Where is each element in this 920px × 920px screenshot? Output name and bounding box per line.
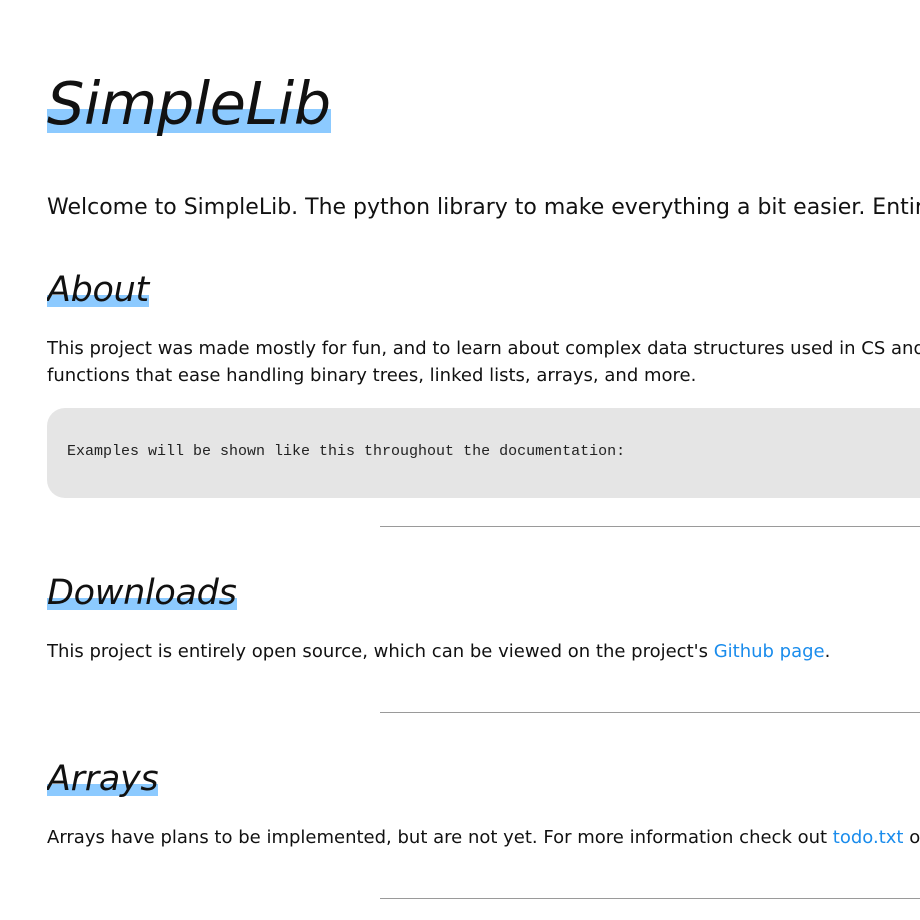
documentation-page: SimpleLib Welcome to SimpleLib. The pyth… [47,0,920,920]
downloads-heading-text: Downloads [47,573,237,613]
code-example-block: Examples will be shown like this through… [47,408,920,498]
downloads-text-end: . [824,641,831,662]
arrays-text: Arrays have plans to be implemented, but… [47,827,833,848]
about-heading-text: About [47,270,149,310]
todo-txt-link[interactable]: todo.txt [833,827,904,848]
arrays-heading-text: Arrays [47,759,159,799]
page-title-text: SimpleLib [47,69,331,138]
page-title: SimpleLib [47,74,331,133]
section-divider [380,898,920,899]
intro-text: Welcome to SimpleLib. The python library… [47,195,920,220]
section-divider [380,712,920,713]
downloads-paragraph: This project is entirely open source, wh… [47,638,830,665]
downloads-text: This project is entirely open source, wh… [47,641,714,662]
arrays-heading: Arrays [47,759,159,799]
github-page-link[interactable]: Github page [714,641,825,662]
code-example-text: Examples will be shown like this through… [67,443,626,460]
section-divider [380,526,920,527]
about-line-1: This project was made mostly for fun, an… [47,338,920,359]
downloads-heading: Downloads [47,576,237,611]
arrays-text-end: on th [909,827,920,848]
about-heading: About [47,273,149,308]
arrays-paragraph: Arrays have plans to be implemented, but… [47,824,920,851]
about-line-2: functions that ease handling binary tree… [47,365,697,386]
about-paragraph: This project was made mostly for fun, an… [47,335,920,389]
